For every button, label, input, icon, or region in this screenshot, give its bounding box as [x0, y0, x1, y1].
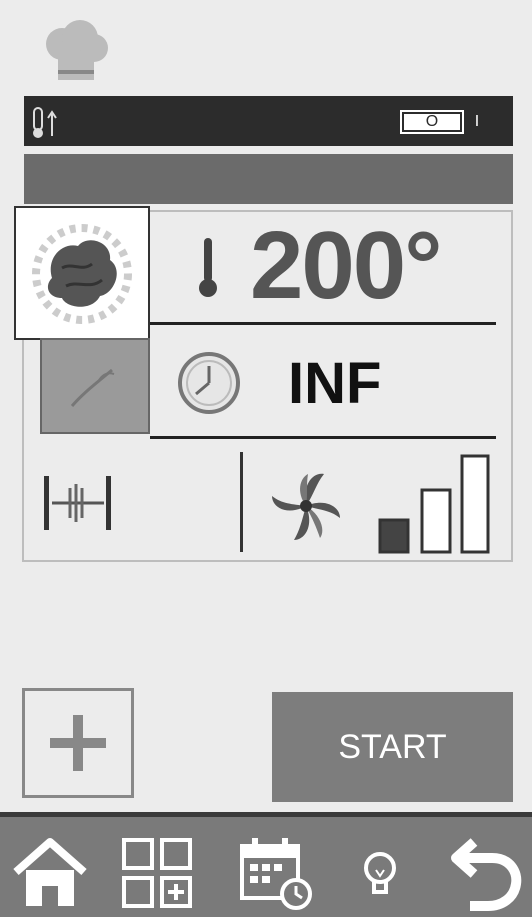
programs-grid-icon[interactable] — [120, 836, 196, 912]
clock-icon — [178, 352, 240, 414]
food-convection-icon — [32, 224, 132, 324]
power-toggle[interactable]: O I — [398, 108, 492, 136]
toggle-off-label: O — [402, 112, 462, 132]
thermometer-icon — [199, 238, 217, 297]
thermometer-arrows-icon — [33, 107, 57, 138]
temperature-value[interactable]: 200° — [250, 212, 510, 320]
add-step-button[interactable] — [22, 688, 134, 798]
toggle-on-label: I — [464, 110, 490, 134]
fan-speed-bar-1 — [378, 518, 410, 554]
fan-icon[interactable] — [262, 462, 350, 550]
cooking-mode-tile[interactable] — [14, 206, 150, 340]
fan-speed-bars[interactable] — [376, 450, 492, 556]
start-button[interactable]: START — [272, 692, 513, 802]
home-icon[interactable] — [10, 836, 90, 910]
cook-time-value[interactable]: INF — [288, 345, 468, 421]
fan-speed-bar-2 — [420, 488, 452, 554]
divider — [240, 452, 243, 552]
schedule-calendar-icon[interactable] — [236, 836, 314, 912]
back-arrow-icon[interactable] — [448, 836, 524, 912]
chef-hat-icon — [46, 20, 108, 80]
light-bulb-icon[interactable] — [356, 836, 404, 912]
divider — [150, 436, 496, 439]
program-name-bar[interactable] — [24, 154, 513, 204]
divider — [150, 322, 496, 325]
steam-mode-tile[interactable] — [40, 338, 150, 434]
steam-sprig-icon — [70, 368, 115, 407]
fan-speed-bar-3 — [460, 454, 490, 554]
humidity-vent-icon[interactable] — [40, 470, 116, 536]
plus-icon — [50, 715, 106, 771]
